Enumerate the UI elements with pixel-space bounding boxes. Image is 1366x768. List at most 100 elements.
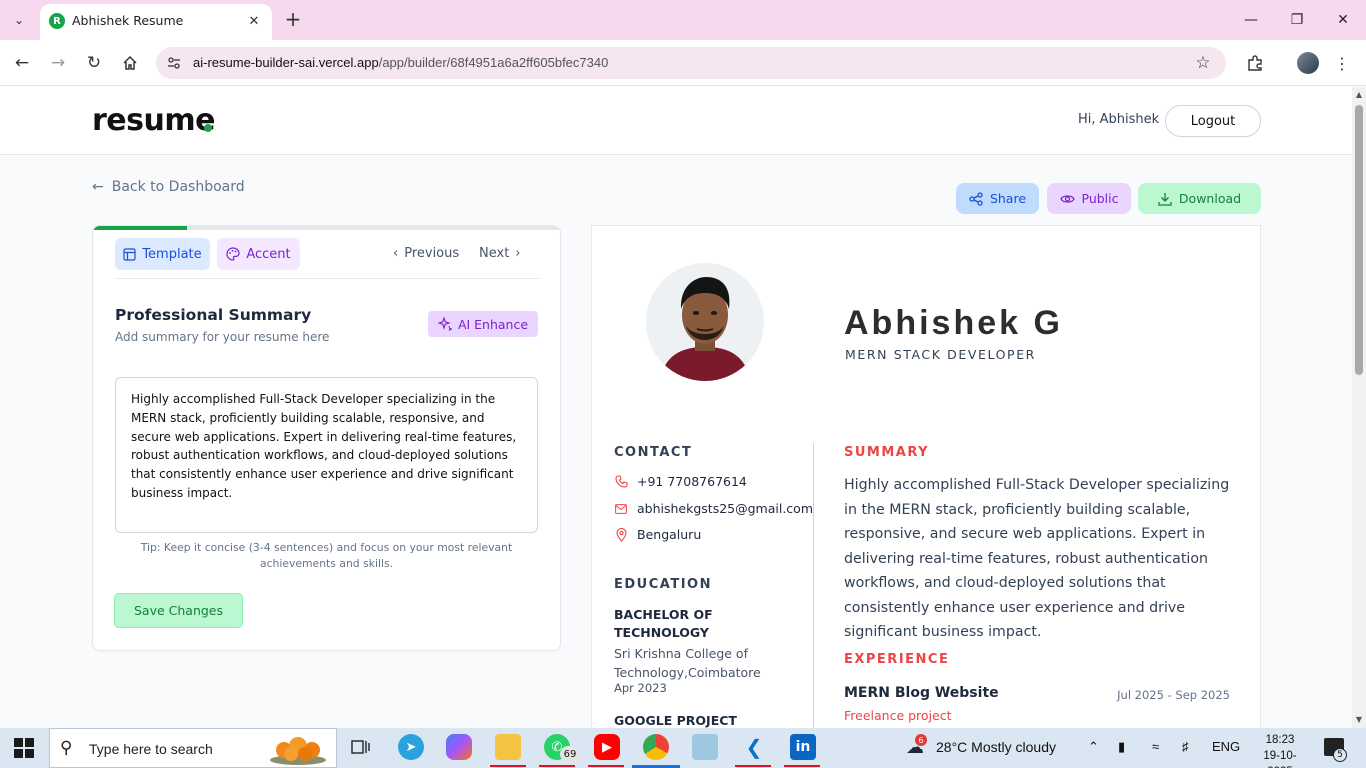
chevron-left-icon: ‹ [393, 246, 399, 261]
youtube-icon[interactable]: ▶ [594, 734, 620, 760]
summary-textarea[interactable]: Highly accomplished Full-Stack Developer… [115, 377, 538, 533]
share-icon [969, 191, 983, 206]
section-subtitle: Add summary for your resume here [115, 330, 330, 344]
divider [115, 278, 539, 279]
site-info-icon[interactable] [166, 55, 182, 71]
reload-icon[interactable]: ↻ [82, 51, 106, 75]
app-header: resume Hi, Abhishek Logout [0, 87, 1352, 155]
url-path: /app/builder/68f4951a6a2ff605bfec7340 [378, 55, 609, 70]
public-label: Public [1081, 191, 1119, 206]
contact-heading: CONTACT [614, 445, 693, 460]
step-progress-fill [93, 226, 187, 230]
profile-photo [646, 263, 764, 381]
experience-dates: Jul 2025 - Sep 2025 [1117, 688, 1230, 702]
language-indicator[interactable]: ENG [1212, 739, 1240, 754]
phone-text: +91 7708767614 [637, 474, 747, 489]
browser-tab[interactable]: R Abhishek Resume ✕ [40, 4, 272, 40]
browser-menu-icon[interactable]: ⋮ [1334, 51, 1350, 75]
tab-search-chevron-icon[interactable]: ⌄ [6, 8, 32, 32]
task-view-icon[interactable] [348, 734, 374, 760]
tab-close-icon[interactable]: ✕ [244, 11, 264, 31]
url-domain: ai-resume-builder-sai.vercel.app [193, 55, 379, 70]
logo-dot [204, 124, 212, 132]
degree: BACHELOR OF TECHNOLOGY [614, 607, 713, 640]
summary-heading: SUMMARY [844, 445, 930, 460]
sparkles-icon [437, 317, 452, 331]
address-bar[interactable]: ai-resume-builder-sai.vercel.app/app/bui… [156, 47, 1226, 79]
vscode-icon[interactable]: ❮ [741, 734, 767, 760]
clock[interactable]: 18:23 19-10-2025 [1255, 732, 1305, 768]
previous-button[interactable]: ‹ Previous [393, 246, 459, 261]
logout-button[interactable]: Logout [1165, 105, 1261, 137]
page-scrollbar[interactable]: ▲ ▼ [1352, 87, 1366, 728]
vscode-active-indicator [735, 765, 771, 767]
copilot-icon[interactable] [446, 734, 472, 760]
minimize-icon[interactable]: — [1236, 6, 1266, 34]
taskbar-search[interactable]: ⚲ Type here to search [49, 728, 337, 768]
speaker-icon[interactable]: ♯ [1182, 739, 1189, 754]
resume-name: Abhishek G [844, 304, 1063, 342]
bookmark-star-icon[interactable]: ☆ [1192, 52, 1214, 74]
section-title: Professional Summary [115, 306, 312, 324]
logo[interactable]: resume [92, 103, 215, 138]
next-button[interactable]: Next › [479, 246, 521, 261]
chrome-icon[interactable] [643, 734, 669, 760]
close-window-icon[interactable]: ✕ [1328, 6, 1358, 34]
favicon-icon: R [49, 13, 65, 29]
ai-enhance-button[interactable]: AI Enhance [428, 311, 538, 337]
scroll-thumb[interactable] [1355, 105, 1363, 375]
weather-text[interactable]: 28°C Mostly cloudy [936, 739, 1056, 755]
accent-label: Accent [246, 246, 291, 262]
accent-button[interactable]: Accent [217, 238, 300, 270]
eye-icon [1059, 194, 1075, 203]
back-arrow-icon[interactable]: ← [10, 51, 34, 75]
restore-icon[interactable]: ❐ [1282, 6, 1312, 34]
education-heading: EDUCATION [614, 577, 712, 592]
share-button[interactable]: Share [956, 183, 1039, 214]
browser-tabstrip: ⌄ R Abhishek Resume ✕ + — ❐ ✕ [0, 0, 1366, 40]
clock-time: 18:23 [1265, 734, 1295, 746]
back-to-dashboard-link[interactable]: ← Back to Dashboard [92, 179, 245, 195]
tray-chevron-up-icon[interactable]: ⌃ [1088, 739, 1099, 755]
windows-taskbar: ⚲ Type here to search ➤ ✆ 69 ▶ ❮ in ☁ 6 … [0, 728, 1366, 768]
download-label: Download [1178, 191, 1242, 206]
wifi-icon[interactable]: ≈ [1152, 739, 1159, 754]
resume-preview: Abhishek G MERN STACK DEVELOPER CONTACT … [591, 225, 1261, 728]
public-button[interactable]: Public [1047, 183, 1131, 214]
save-changes-button[interactable]: Save Changes [114, 593, 243, 628]
whatsapp-active-indicator [539, 765, 575, 767]
education-date: Apr 2023 [614, 681, 667, 695]
contact-email: abhishekgsts25@gmail.com [614, 501, 813, 516]
tab-title: Abhishek Resume [72, 13, 184, 28]
url-text: ai-resume-builder-sai.vercel.app/app/bui… [193, 55, 608, 70]
scroll-up-arrow-icon[interactable]: ▲ [1352, 90, 1366, 100]
new-tab-plus-icon[interactable]: + [282, 7, 304, 31]
palette-icon [226, 247, 240, 261]
template-button[interactable]: Template [115, 238, 210, 270]
battery-icon[interactable]: ▮ [1118, 739, 1125, 755]
download-button[interactable]: Download [1138, 183, 1261, 214]
notes-app-icon[interactable] [692, 734, 718, 760]
next-label: Next [479, 246, 510, 261]
mail-icon [614, 502, 628, 516]
column-divider [813, 443, 814, 728]
experience-heading: EXPERIENCE [844, 652, 950, 667]
extensions-puzzle-icon[interactable] [1243, 51, 1267, 75]
download-icon [1158, 192, 1172, 206]
share-label: Share [989, 191, 1027, 206]
home-icon[interactable] [118, 51, 142, 75]
sweets-bowl-icon [270, 737, 326, 765]
profile-avatar[interactable] [1297, 52, 1319, 74]
email-text: abhishekgsts25@gmail.com [637, 501, 814, 516]
explorer-active-indicator [490, 765, 526, 767]
telegram-icon[interactable]: ➤ [398, 734, 424, 760]
scroll-down-arrow-icon[interactable]: ▼ [1352, 715, 1366, 725]
windows-start-icon[interactable] [14, 738, 34, 758]
clock-date: 19-10-2025 [1263, 750, 1297, 768]
step-progress-track [93, 226, 560, 230]
file-explorer-icon[interactable] [495, 734, 521, 760]
forward-arrow-icon[interactable]: → [46, 51, 70, 75]
whatsapp-badge: 69 [560, 746, 580, 762]
linkedin-icon[interactable]: in [790, 734, 816, 760]
weather-badge: 6 [915, 734, 927, 746]
